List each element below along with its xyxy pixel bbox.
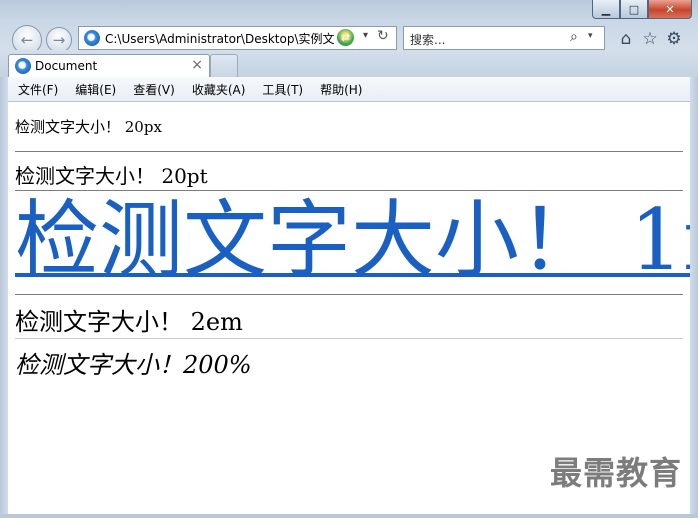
search-dropdown-icon[interactable]: ▾	[588, 31, 593, 41]
home-icon[interactable]: ⌂	[616, 29, 636, 49]
minimize-button[interactable]: ▁	[592, 0, 620, 19]
text-2em: 检测文字大小！ 2em	[15, 308, 243, 336]
divider	[15, 294, 683, 295]
menu-help[interactable]: 帮助(H)	[320, 81, 362, 98]
menu-favorites[interactable]: 收藏夹(A)	[192, 81, 246, 98]
tab-row: Document ×	[0, 50, 698, 78]
text-20px: 检测文字大小！ 20px	[15, 118, 162, 136]
divider	[15, 151, 683, 152]
tab-close-icon[interactable]: ×	[191, 57, 203, 73]
caption-buttons: ▁ □ ✕	[592, 0, 692, 20]
text-20pt: 检测文字大小！ 20pt	[15, 164, 208, 188]
text-200-percent: 检测文字大小！200%	[15, 351, 252, 379]
text-1in-link[interactable]: 检测文字大小！ 1in	[15, 194, 690, 286]
forward-arrow-icon: →	[52, 31, 66, 49]
window-frame-right	[690, 77, 698, 518]
search-box[interactable]: 搜索... ⌕ ▾	[403, 26, 605, 50]
compatibility-view-icon[interactable]: ⇄	[337, 29, 354, 46]
search-icon[interactable]: ⌕	[570, 29, 578, 45]
favorites-star-icon[interactable]: ☆	[640, 29, 660, 49]
gear-icon[interactable]: ⚙	[664, 29, 684, 49]
menu-edit[interactable]: 编辑(E)	[75, 81, 116, 98]
title-bar: ▁ □ ✕ ← → C:\Users\Administrator\Desktop…	[0, 0, 698, 55]
tab-document[interactable]: Document ×	[8, 54, 210, 78]
address-dropdown-icon[interactable]: ▾	[363, 30, 368, 41]
refresh-icon[interactable]: ↻	[377, 28, 389, 44]
tab-title: Document	[35, 59, 98, 73]
search-input[interactable]: 搜索...	[410, 31, 445, 48]
menu-tools[interactable]: 工具(T)	[262, 81, 303, 98]
menu-bar: 文件(F) 编辑(E) 查看(V) 收藏夹(A) 工具(T) 帮助(H)	[8, 77, 690, 102]
address-url[interactable]: C:\Users\Administrator\Desktop\实例文	[105, 30, 335, 47]
ie-tab-icon	[15, 58, 31, 74]
ie-page-icon	[84, 30, 100, 46]
divider	[15, 338, 683, 339]
window-frame-left	[0, 77, 8, 518]
watermark-logo: 最需教育	[549, 454, 682, 492]
page-content: 检测文字大小！ 20px 检测文字大小！ 20pt 检测文字大小！ 1in 检测…	[8, 102, 690, 514]
window-frame-bottom	[0, 514, 698, 518]
menu-file[interactable]: 文件(F)	[18, 81, 58, 98]
address-bar[interactable]: C:\Users\Administrator\Desktop\实例文 ⇄ ▾ ↻	[78, 26, 397, 50]
menu-view[interactable]: 查看(V)	[133, 81, 175, 98]
close-button[interactable]: ✕	[648, 0, 692, 19]
back-arrow-icon: ←	[20, 31, 34, 49]
new-tab-button[interactable]	[210, 54, 238, 78]
maximize-button[interactable]: □	[620, 0, 648, 19]
